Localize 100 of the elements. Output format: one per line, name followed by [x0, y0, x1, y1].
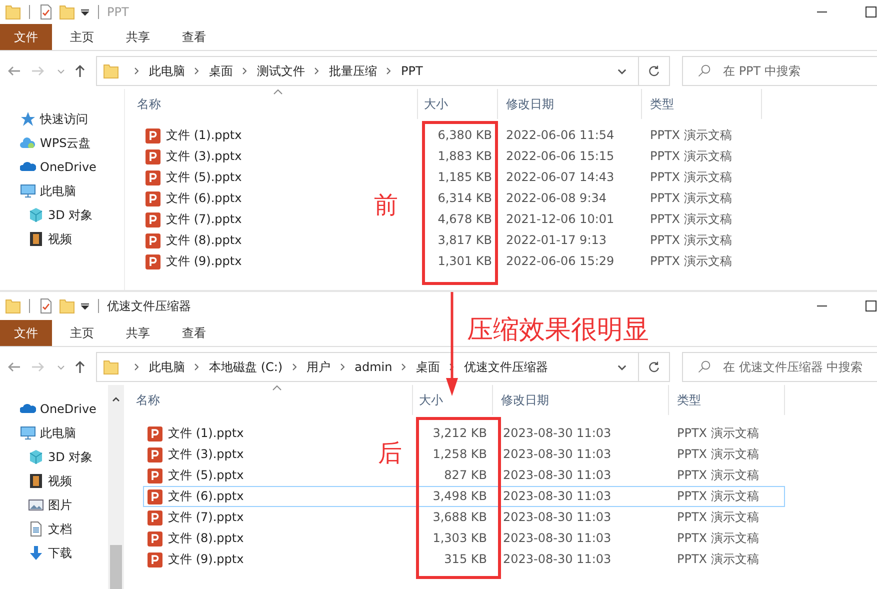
chevron-right-icon[interactable] [194, 363, 200, 371]
column-header[interactable]: 类型 [642, 89, 762, 119]
ribbon-tab[interactable]: 主页 [56, 24, 108, 50]
modified-date: 2022-06-06 15:29 [505, 253, 616, 270]
sidebar-item[interactable]: 下载 [48, 544, 72, 562]
sidebar-item[interactable]: 3D 对象 [48, 448, 93, 466]
checklist-icon[interactable] [38, 298, 54, 314]
breadcrumb[interactable]: admin [354, 360, 392, 374]
chevron-right-icon[interactable] [401, 363, 408, 371]
file-name-cell[interactable]: 文件 (6).pptx [141, 188, 358, 209]
sidebar-item[interactable]: 3D 对象 [48, 206, 93, 224]
star-icon [20, 111, 36, 127]
breadcrumb[interactable]: 批量压缩 [329, 62, 377, 80]
file-name-cell[interactable]: 文件 (1).pptx [141, 125, 358, 146]
sidebar-item[interactable]: 视频 [48, 230, 72, 248]
column-header[interactable]: 修改日期 [493, 385, 669, 415]
dropdown-icon[interactable] [80, 7, 90, 17]
breadcrumb[interactable]: PPT [401, 64, 423, 78]
ribbon-tab[interactable]: 文件 [0, 320, 52, 346]
film-icon [28, 231, 44, 247]
address-bar[interactable]: 此电脑 本地磁盘 (C:) 用户 admin 桌面 优速文件压缩器 [96, 352, 670, 382]
maximize-icon[interactable] [865, 6, 877, 18]
chevron-right-icon[interactable] [292, 363, 298, 371]
breadcrumb[interactable]: 用户 [306, 358, 331, 376]
breadcrumb[interactable]: 此电脑 [149, 358, 185, 376]
ribbon-tab[interactable]: 文件 [0, 24, 52, 50]
chevron-right-icon[interactable] [134, 67, 140, 75]
file-size: 3,212 KB [432, 425, 488, 442]
ribbon-tab[interactable]: 查看 [168, 320, 220, 346]
sort-caret-icon [273, 89, 283, 95]
annotation-label: 后 [378, 438, 402, 469]
file-type: PPTX 演示文稿 [669, 486, 785, 507]
file-name-cell[interactable]: 文件 (8).pptx [143, 528, 358, 549]
file-size: 1,303 KB [432, 530, 488, 547]
breadcrumb[interactable]: 桌面 [416, 358, 440, 376]
file-size: 1,258 KB [432, 446, 488, 463]
ribbon-tab[interactable]: 共享 [112, 320, 164, 346]
checklist-icon[interactable] [38, 4, 54, 20]
chevron-right-icon[interactable] [386, 67, 392, 75]
file-type: PPTX 演示文稿 [649, 211, 733, 228]
sidebar-item[interactable]: 此电脑 [40, 182, 76, 200]
sidebar-item[interactable]: OneDrive [40, 402, 96, 416]
ribbon-tab[interactable]: 主页 [56, 320, 108, 346]
column-header[interactable]: 类型 [669, 385, 785, 415]
scroll-up-icon[interactable] [111, 395, 121, 403]
chevron-right-icon[interactable] [194, 67, 200, 75]
sidebar-item[interactable]: 快速访问 [40, 110, 88, 128]
search-field[interactable]: 在 优速文件压缩器 中搜索 [682, 352, 877, 382]
file-name-cell[interactable]: 文件 (9).pptx [141, 251, 358, 272]
ribbon-tab[interactable]: 查看 [168, 24, 220, 50]
refresh-icon[interactable] [647, 360, 661, 374]
breadcrumb[interactable]: 桌面 [209, 62, 233, 80]
modified-date: 2023-08-30 11:03 [502, 551, 612, 568]
column-header[interactable]: 修改日期 [498, 89, 642, 119]
maximize-icon[interactable] [865, 300, 877, 312]
file-name-cell[interactable]: 文件 (5).pptx [143, 465, 358, 486]
sidebar-item[interactable]: 文档 [48, 520, 72, 538]
file-name-cell[interactable]: 文件 (6).pptx [143, 486, 358, 507]
sidebar-item[interactable]: 此电脑 [40, 424, 76, 442]
file-size: 6,380 KB [436, 127, 493, 144]
breadcrumb[interactable]: 此电脑 [149, 62, 185, 80]
file-name-cell[interactable]: 文件 (3).pptx [141, 146, 358, 167]
file-name-cell[interactable]: 文件 (8).pptx [141, 230, 358, 251]
file-name: 文件 (1).pptx [168, 425, 244, 442]
presentation-file-icon [145, 190, 161, 206]
window-title: 优速文件压缩器 [107, 298, 191, 314]
ribbon-tab[interactable]: 共享 [112, 24, 164, 50]
breadcrumb[interactable]: 测试文件 [257, 62, 305, 80]
file-type: PPTX 演示文稿 [649, 169, 733, 186]
file-name-cell[interactable]: 文件 (5).pptx [141, 167, 358, 188]
file-name-cell[interactable]: 文件 (1).pptx [143, 423, 358, 444]
refresh-icon[interactable] [647, 64, 661, 78]
file-name-cell[interactable]: 文件 (3).pptx [143, 444, 358, 465]
presentation-file-icon [147, 446, 163, 462]
chevron-right-icon[interactable] [314, 67, 320, 75]
chevron-right-icon[interactable] [242, 67, 248, 75]
sidebar-item[interactable]: WPS云盘 [40, 134, 91, 152]
document-icon [28, 521, 44, 537]
file-name: 文件 (9).pptx [168, 551, 244, 568]
breadcrumb[interactable]: 优速文件压缩器 [464, 358, 548, 376]
file-name-cell[interactable]: 文件 (7).pptx [141, 209, 358, 230]
file-name-cell[interactable]: 文件 (7).pptx [143, 507, 358, 528]
column-header[interactable]: 名称 [128, 385, 413, 415]
column-header[interactable]: 大小 [418, 89, 498, 119]
column-header[interactable]: 名称 [129, 89, 418, 119]
address-bar[interactable]: 此电脑 桌面 测试文件 批量压缩 PPT [96, 56, 670, 86]
breadcrumb[interactable]: 本地磁盘 (C:) [209, 358, 283, 376]
scrollbar[interactable] [108, 385, 124, 589]
modified-date: 2023-08-30 11:03 [502, 509, 612, 526]
search-field[interactable]: 在 PPT 中搜索 [682, 56, 877, 86]
sidebar-item[interactable]: 图片 [48, 496, 72, 514]
scrollbar-thumb[interactable] [110, 545, 122, 589]
chevron-right-icon[interactable] [134, 363, 140, 371]
sidebar-item[interactable]: 视频 [48, 472, 72, 490]
dropdown-icon[interactable] [80, 301, 90, 311]
file-type: PPTX 演示文稿 [676, 467, 760, 484]
sidebar-item[interactable]: OneDrive [40, 160, 96, 174]
modified-date: 2023-08-30 11:03 [502, 467, 612, 484]
file-name-cell[interactable]: 文件 (9).pptx [143, 549, 358, 570]
chevron-right-icon[interactable] [340, 363, 346, 371]
